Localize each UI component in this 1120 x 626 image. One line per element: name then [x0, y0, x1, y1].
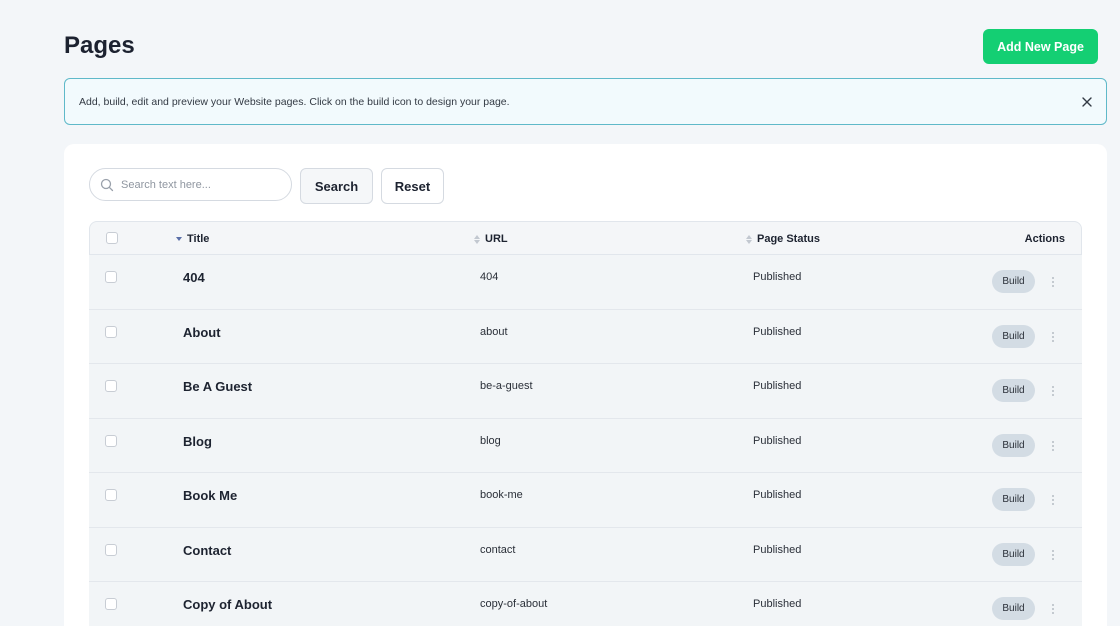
- column-header-status[interactable]: Page Status: [746, 222, 820, 256]
- row-url: contact: [480, 543, 516, 556]
- close-icon[interactable]: [1080, 95, 1094, 109]
- column-url-label: URL: [485, 233, 508, 245]
- build-button[interactable]: Build: [992, 324, 1035, 348]
- column-status-label: Page Status: [757, 233, 820, 245]
- row-title[interactable]: Contact: [183, 543, 231, 558]
- info-banner: Add, build, edit and preview your Websit…: [64, 78, 1107, 125]
- row-status: Published: [753, 489, 802, 501]
- build-button[interactable]: Build: [992, 379, 1035, 402]
- reset-button[interactable]: Reset: [381, 168, 444, 204]
- kebab-icon[interactable]: [1049, 384, 1057, 398]
- row-status: Published: [753, 598, 802, 610]
- kebab-icon[interactable]: [1049, 275, 1057, 289]
- row-status: Published: [753, 434, 802, 447]
- table-row: Be A Guest be-a-guest Published Build: [89, 364, 1082, 419]
- build-button[interactable]: Build: [992, 270, 1035, 293]
- search-icon: [100, 178, 114, 191]
- build-button[interactable]: Build: [992, 488, 1035, 511]
- row-title[interactable]: Book Me: [183, 488, 237, 503]
- row-url: 404: [480, 271, 499, 283]
- search-box: [89, 168, 292, 201]
- row-title[interactable]: Be A Guest: [183, 379, 252, 394]
- column-header-title[interactable]: Title: [176, 222, 209, 256]
- table-body: 404 404 Published Build About about Publ…: [89, 255, 1082, 626]
- kebab-icon[interactable]: [1049, 493, 1057, 507]
- table-row: Contact contact Published Build: [89, 527, 1082, 582]
- row-url: book-me: [480, 489, 523, 501]
- row-url: about: [480, 325, 508, 338]
- row-checkbox[interactable]: [105, 325, 117, 338]
- table-row: Book Me book-me Published Build: [89, 473, 1082, 528]
- row-title[interactable]: Copy of About: [183, 597, 272, 612]
- add-new-page-button[interactable]: Add New Page: [983, 29, 1098, 64]
- column-header-url[interactable]: URL: [474, 222, 508, 256]
- table-header: Title URL Page Status Actions: [89, 221, 1082, 255]
- row-url: copy-of-about: [480, 598, 548, 610]
- table-row: Copy of About copy-of-about Published Bu…: [89, 582, 1082, 626]
- search-input[interactable]: [121, 178, 281, 191]
- row-title[interactable]: About: [183, 325, 221, 340]
- row-url: blog: [480, 434, 501, 447]
- pages-card: Search Reset Title URL Page Status Actio…: [64, 144, 1107, 626]
- build-button[interactable]: Build: [992, 542, 1035, 566]
- row-checkbox[interactable]: [105, 271, 117, 283]
- row-status: Published: [753, 380, 802, 392]
- sort-icon: [474, 234, 480, 244]
- row-title[interactable]: Blog: [183, 434, 212, 449]
- column-title-label: Title: [187, 233, 210, 245]
- row-status: Published: [753, 543, 802, 556]
- row-checkbox[interactable]: [105, 543, 117, 556]
- table-row: Blog blog Published Build: [89, 418, 1082, 473]
- info-banner-text: Add, build, edit and preview your Websit…: [79, 95, 510, 108]
- row-checkbox[interactable]: [105, 598, 117, 610]
- sort-icon: [746, 234, 752, 244]
- row-checkbox[interactable]: [105, 380, 117, 392]
- column-header-actions: Actions: [1025, 222, 1065, 256]
- kebab-icon[interactable]: [1049, 602, 1057, 616]
- build-button[interactable]: Build: [992, 433, 1035, 457]
- row-status: Published: [753, 271, 802, 283]
- kebab-icon[interactable]: [1049, 330, 1057, 344]
- table-row: About about Published Build: [89, 309, 1082, 364]
- row-url: be-a-guest: [480, 380, 533, 392]
- row-checkbox[interactable]: [105, 434, 117, 447]
- row-checkbox[interactable]: [105, 489, 117, 501]
- table-row: 404 404 Published Build: [89, 255, 1082, 310]
- column-actions-label: Actions: [1024, 233, 1065, 245]
- kebab-icon[interactable]: [1049, 439, 1057, 453]
- row-status: Published: [753, 325, 802, 338]
- sort-icon: [176, 237, 182, 241]
- search-button[interactable]: Search: [300, 168, 373, 204]
- build-button[interactable]: Build: [992, 597, 1035, 620]
- kebab-icon[interactable]: [1049, 548, 1057, 562]
- page-title: Pages: [64, 32, 135, 59]
- select-all-checkbox[interactable]: [106, 232, 118, 244]
- row-title[interactable]: 404: [183, 270, 205, 285]
